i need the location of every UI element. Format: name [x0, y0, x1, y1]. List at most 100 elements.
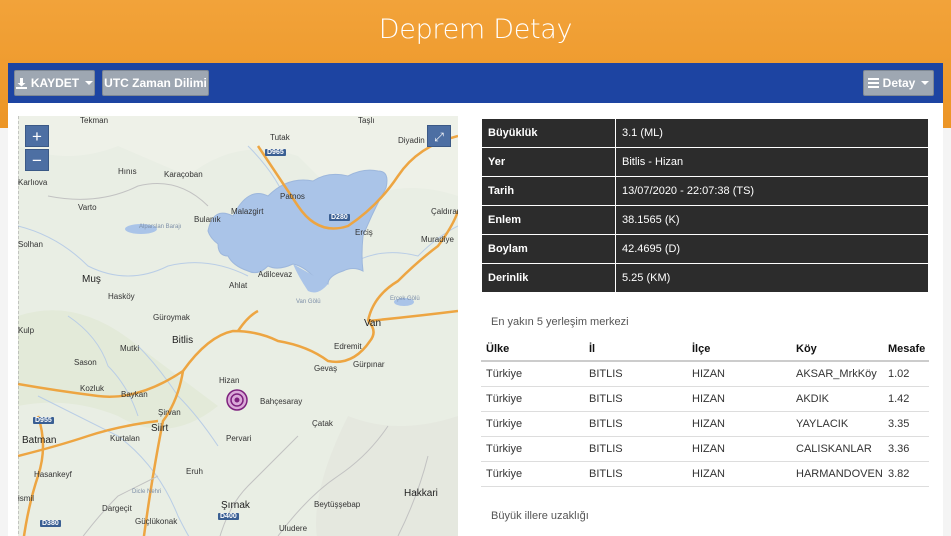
nearest-title: En yakın 5 yerleşim merkezi	[491, 316, 629, 328]
road-shield: D955	[33, 417, 54, 424]
map-label: Bulanık	[194, 215, 221, 224]
expand-icon[interactable]: ⤢	[427, 125, 451, 147]
map-label: Hasköy	[108, 292, 135, 301]
cell: AKSAR_MrkKöy	[791, 361, 883, 387]
info-value: 13/07/2020 - 22:07:38 (TS)	[615, 176, 929, 206]
info-row: Büyüklük 3.1 (ML)	[481, 118, 929, 148]
info-value: 3.1 (ML)	[615, 118, 929, 148]
cell: CALISKANLAR	[791, 436, 883, 462]
map-label: Taşlı	[358, 116, 375, 125]
column-header: İlçe	[687, 337, 791, 362]
info-row: Yer Bitlis - Hizan	[481, 147, 929, 177]
cell: HIZAN	[687, 461, 791, 487]
map-label: Tutak	[270, 133, 290, 142]
cell: BITLIS	[584, 411, 687, 437]
road-shield: D380	[40, 520, 61, 527]
cell: BITLIS	[584, 386, 687, 412]
save-button[interactable]: KAYDET	[14, 70, 95, 96]
cell: 3.36	[883, 436, 929, 462]
info-value: Bitlis - Hizan	[615, 147, 929, 177]
cell: HARMANDOVEN	[791, 461, 883, 487]
map-label: Dicle Nehri	[132, 489, 162, 495]
cell: BITLIS	[584, 436, 687, 462]
map-label: Güçlükonak	[135, 517, 178, 526]
map-label: Batman	[22, 435, 57, 446]
zoom-in-button[interactable]: +	[25, 125, 49, 147]
column-header: Ülke	[481, 337, 584, 362]
info-value: 5.25 (KM)	[615, 263, 929, 293]
cell: HIZAN	[687, 361, 791, 387]
map-label: Dargeçit	[102, 504, 132, 513]
map-label: Karaçoban	[164, 170, 203, 179]
cell: 3.35	[883, 411, 929, 437]
table-header: Ülke İl İlçe Köy Mesafe	[481, 337, 929, 362]
map-label: Mutki	[120, 344, 140, 353]
column-header: Mesafe	[883, 337, 929, 362]
info-row: Tarih 13/07/2020 - 22:07:38 (TS)	[481, 176, 929, 206]
map-label: Karlıova	[18, 178, 48, 187]
info-key: Tarih	[481, 176, 616, 206]
map-label: Tekman	[80, 116, 109, 125]
map-label: Patnos	[280, 192, 305, 201]
table-row: Türkiye BITLIS HIZAN AKDIK 1.42	[481, 386, 929, 412]
map-label: Bahçesaray	[260, 397, 303, 406]
cell: Türkiye	[481, 461, 584, 487]
nearest-settlements-table: Ülke İl İlçe Köy Mesafe Türkiye BITLIS HIZ…	[481, 337, 929, 487]
map-label: Hizan	[219, 376, 240, 385]
toolbar: KAYDET UTC Zaman Dilimi Detay	[8, 63, 943, 103]
map-label: Gürpınar	[353, 360, 385, 369]
info-value: 38.1565 (K)	[615, 205, 929, 235]
info-key: Derinlik	[481, 263, 616, 293]
map-label: Sason	[74, 358, 97, 367]
map-label: Güroymak	[153, 313, 190, 322]
table-row: Türkiye BITLIS HIZAN YAYLACIK 3.35	[481, 411, 929, 437]
cell: Türkiye	[481, 411, 584, 437]
map-label: Şirvan	[158, 408, 181, 417]
info-row: Boylam 42.4695 (D)	[481, 234, 929, 264]
content-panel: KAYDET UTC Zaman Dilimi Detay Tekman Hın…	[8, 63, 943, 536]
detail-label: Detay	[882, 76, 916, 90]
utc-label: UTC Zaman Dilimi	[104, 76, 207, 90]
map-label: Pervari	[226, 434, 252, 443]
map-label: Gevaş	[314, 364, 338, 373]
cell: BITLIS	[584, 361, 687, 387]
cell: Türkiye	[481, 361, 584, 387]
info-row: Derinlik 5.25 (KM)	[481, 263, 929, 293]
cell: AKDIK	[791, 386, 883, 412]
page-title: Deprem Detay	[378, 14, 573, 45]
road-shield: D400	[218, 513, 239, 520]
map-label: Kulp	[18, 326, 35, 335]
map-label: Çaldıran	[431, 207, 458, 216]
earthquake-info-table: Büyüklük 3.1 (ML) Yer Bitlis - Hizan Tarih…	[481, 118, 929, 293]
map-label: Baykan	[121, 390, 148, 399]
road-shield: D965	[265, 149, 286, 156]
info-row: Enlem 38.1565 (K)	[481, 205, 929, 235]
map-label: Van Gölü	[296, 299, 321, 305]
info-key: Yer	[481, 147, 616, 177]
utc-timezone-button[interactable]: UTC Zaman Dilimi	[102, 70, 209, 96]
cell: 1.42	[883, 386, 929, 412]
map-label: Hınıs	[118, 167, 137, 176]
map-label: Siirt	[151, 423, 169, 434]
table-row: Türkiye BITLIS HIZAN CALISKANLAR 3.36	[481, 436, 929, 462]
map-label: Van	[364, 318, 382, 329]
cell: 1.02	[883, 361, 929, 387]
map-label: Bitlis	[172, 335, 194, 346]
map-label: Kozluk	[80, 384, 105, 393]
info-key: Enlem	[481, 205, 616, 235]
save-label: KAYDET	[30, 76, 80, 90]
map-label: Eruh	[186, 467, 203, 476]
detail-dropdown-button[interactable]: Detay	[863, 70, 934, 96]
map-label: Ahlat	[229, 281, 248, 290]
caret-down-icon	[85, 81, 94, 85]
map-label: Çatak	[312, 419, 333, 428]
map-label: Erçek Gölü	[390, 296, 420, 302]
info-key: Büyüklük	[481, 118, 616, 148]
earthquake-map[interactable]: Tekman Hınıs Karaçoban Tutak Taşlı Diyad…	[18, 116, 458, 536]
download-icon	[15, 77, 27, 89]
table-row: Türkiye BITLIS HIZAN AKSAR_MrkKöy 1.02	[481, 361, 929, 387]
map-label: Edremit	[334, 342, 362, 351]
map-label: Varto	[78, 203, 97, 212]
zoom-out-button[interactable]: −	[25, 149, 49, 171]
cell: Türkiye	[481, 386, 584, 412]
